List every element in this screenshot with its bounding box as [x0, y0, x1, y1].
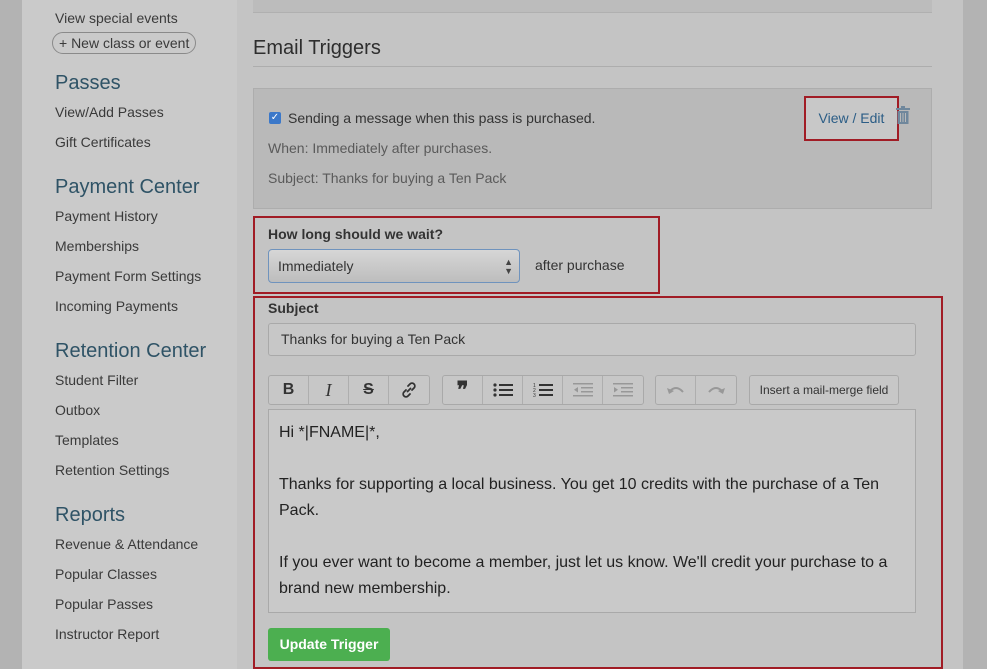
sidebar-item-instructor-report[interactable]: Instructor Report	[55, 626, 159, 642]
svg-text:3: 3	[533, 393, 536, 398]
update-trigger-button[interactable]: Update Trigger	[268, 628, 390, 661]
sidebar-item-view-special-events[interactable]: View special events	[55, 10, 178, 26]
title-divider	[253, 66, 932, 67]
strikethrough-button[interactable]: S	[349, 376, 389, 404]
italic-button[interactable]: I	[309, 376, 349, 404]
previous-panel	[253, 0, 932, 13]
email-body-editor[interactable]: Hi *|FNAME|*, Thanks for supporting a lo…	[268, 409, 916, 613]
wait-label: How long should we wait?	[268, 226, 443, 242]
select-down-arrow-icon: ▼	[504, 266, 513, 276]
sidebar-item-revenue-attendance[interactable]: Revenue & Attendance	[55, 536, 198, 552]
wait-select[interactable]: Immediately ▲ ▼	[268, 249, 520, 283]
insert-merge-field-button[interactable]: Insert a mail-merge field	[749, 375, 899, 405]
body-greeting: Hi *|FNAME|*,	[279, 424, 380, 441]
page-title: Email Triggers	[253, 37, 381, 59]
bullet-list-icon[interactable]	[483, 376, 523, 404]
main-content: Email Triggers ✓ Sending a message when …	[237, 0, 963, 669]
sidebar-item-popular-passes[interactable]: Popular Passes	[55, 596, 153, 612]
trigger-enabled-checkbox[interactable]: ✓	[269, 112, 281, 124]
subject-label: Subject	[268, 300, 319, 316]
blockquote-button[interactable]: ❞	[443, 376, 483, 404]
trigger-when: When: Immediately after purchases.	[268, 140, 493, 156]
sidebar-heading-payment-center: Payment Center	[55, 176, 200, 198]
wait-suffix: after purchase	[535, 257, 625, 273]
sidebar-heading-reports: Reports	[55, 504, 126, 526]
sidebar-item-incoming-payments[interactable]: Incoming Payments	[55, 298, 178, 314]
sidebar-item-templates[interactable]: Templates	[55, 432, 119, 448]
sidebar-item-outbox[interactable]: Outbox	[55, 402, 100, 418]
sidebar-item-popular-classes[interactable]: Popular Classes	[55, 566, 157, 582]
trigger-subject: Subject: Thanks for buying a Ten Pack	[268, 170, 507, 186]
format-toolbar-group: B I S	[268, 375, 430, 405]
redo-icon[interactable]	[696, 376, 736, 404]
sidebar-item-student-filter[interactable]: Student Filter	[55, 372, 138, 388]
sidebar-heading-retention-center: Retention Center	[55, 340, 207, 362]
numbered-list-icon[interactable]: 123	[523, 376, 563, 404]
history-toolbar-group	[655, 375, 737, 405]
body-paragraph: If you ever want to become a member, jus…	[279, 554, 888, 597]
subject-input[interactable]: Thanks for buying a Ten Pack	[268, 323, 916, 356]
sidebar-item-view-add-passes[interactable]: View/Add Passes	[55, 104, 164, 120]
sidebar-item-gift-certificates[interactable]: Gift Certificates	[55, 134, 151, 150]
trigger-description: Sending a message when this pass is purc…	[288, 110, 596, 126]
undo-icon[interactable]	[656, 376, 696, 404]
trash-icon[interactable]	[896, 106, 910, 124]
block-toolbar-group: ❞ 123	[442, 375, 644, 405]
bold-button[interactable]: B	[269, 376, 309, 404]
view-edit-button[interactable]: View / Edit	[804, 96, 899, 141]
sidebar: View special events + New class or event…	[22, 0, 237, 669]
sidebar-item-payment-history[interactable]: Payment History	[55, 208, 158, 224]
sidebar-item-retention-settings[interactable]: Retention Settings	[55, 462, 169, 478]
link-icon[interactable]	[389, 376, 429, 404]
sidebar-item-memberships[interactable]: Memberships	[55, 238, 139, 254]
body-paragraph: Thanks for supporting a local business. …	[279, 476, 880, 519]
new-class-button[interactable]: + New class or event	[52, 32, 197, 54]
sidebar-item-payment-form-settings[interactable]: Payment Form Settings	[55, 268, 201, 284]
sidebar-heading-passes: Passes	[55, 72, 121, 94]
outdent-icon[interactable]	[563, 376, 603, 404]
indent-icon[interactable]	[603, 376, 643, 404]
wait-select-value: Immediately	[278, 258, 354, 274]
